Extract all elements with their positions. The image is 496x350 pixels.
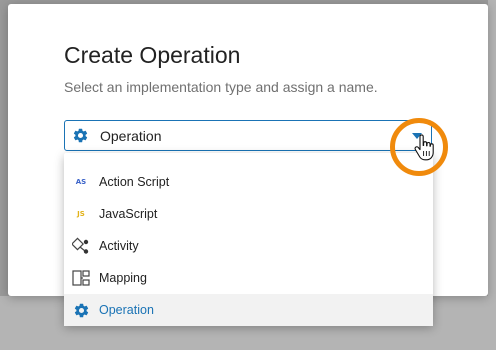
dropdown-arrow-icon[interactable] bbox=[412, 133, 422, 139]
dialog-title: Create Operation bbox=[64, 42, 241, 68]
option-operation[interactable]: Operation bbox=[64, 294, 433, 326]
background-edge bbox=[488, 0, 496, 350]
gear-icon bbox=[71, 300, 91, 320]
option-javascript[interactable]: JS JavaScript bbox=[64, 198, 433, 230]
selected-value: Operation bbox=[100, 128, 162, 144]
activity-icon bbox=[71, 236, 91, 256]
option-label: Mapping bbox=[99, 271, 147, 285]
dialog-subtitle: Select an implementation type and assign… bbox=[64, 79, 378, 95]
option-activity[interactable]: Activity bbox=[64, 230, 433, 262]
implementation-type-select[interactable]: Operation bbox=[64, 120, 432, 151]
option-label: Action Script bbox=[99, 175, 170, 189]
option-action-script[interactable]: AS Action Script bbox=[64, 166, 433, 198]
implementation-type-dropdown: AS Action Script JS JavaScript Activity bbox=[64, 153, 433, 326]
screen: Create Operation Select an implementatio… bbox=[0, 0, 496, 350]
mapping-icon bbox=[71, 268, 91, 288]
javascript-icon: JS bbox=[77, 210, 85, 218]
gear-icon bbox=[73, 128, 88, 143]
option-label: Operation bbox=[99, 303, 154, 317]
option-label: JavaScript bbox=[99, 207, 158, 221]
option-mapping[interactable]: Mapping bbox=[64, 262, 433, 294]
option-label: Activity bbox=[99, 239, 139, 253]
action-script-icon: AS bbox=[75, 178, 87, 186]
